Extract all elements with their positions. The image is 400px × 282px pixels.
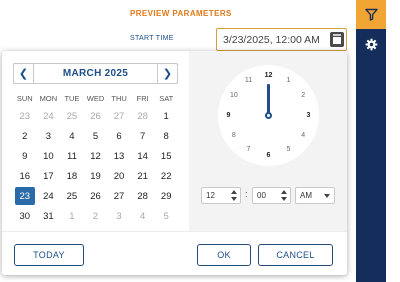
clock-number[interactable]: 10 [227, 91, 241, 101]
weekday-header: SUN MON TUE WED THU FRI SAT [13, 94, 178, 106]
day-cell-outside-month[interactable]: 5 [154, 206, 178, 226]
day-cell-outside-month[interactable]: 26 [84, 106, 108, 126]
time-pane: 12 1 2 3 4 5 6 7 8 9 10 11 12 : 00 AM [189, 51, 347, 231]
calendar-icon[interactable] [330, 32, 344, 47]
weekday-label: FRI [136, 94, 149, 103]
day-cell[interactable]: 5 [84, 126, 108, 146]
day-cell[interactable]: 26 [84, 186, 108, 206]
hour-spinner[interactable]: 12 [201, 187, 241, 204]
day-cell[interactable]: 19 [84, 166, 108, 186]
cancel-button[interactable]: CANCEL [258, 244, 333, 266]
day-cell[interactable]: 14 [131, 146, 155, 166]
clock-number[interactable]: 6 [262, 151, 276, 161]
day-cell[interactable]: 10 [37, 146, 61, 166]
day-cell-outside-month[interactable]: 1 [60, 206, 84, 226]
day-cell[interactable]: 2 [13, 126, 37, 146]
day-cell[interactable]: 4 [60, 126, 84, 146]
day-cell-outside-month[interactable]: 3 [107, 206, 131, 226]
day-cell[interactable]: 13 [107, 146, 131, 166]
weekday-label: WED [86, 94, 105, 103]
hour-value[interactable]: 12 [206, 191, 215, 200]
day-cell[interactable]: 29 [154, 186, 178, 206]
period-value[interactable]: AM [300, 191, 312, 200]
day-cell[interactable]: 21 [131, 166, 155, 186]
day-cell-selected[interactable]: 23 [15, 187, 35, 205]
clock-center [265, 112, 272, 119]
filter-icon [364, 8, 378, 21]
day-cell[interactable]: 6 [107, 126, 131, 146]
ok-button[interactable]: OK [197, 244, 251, 266]
day-cell[interactable]: 31 [37, 206, 61, 226]
prev-month-button[interactable]: ❮ [13, 63, 34, 84]
day-cell[interactable]: 22 [154, 166, 178, 186]
weekday-label: TUE [64, 94, 80, 103]
day-cell[interactable]: 24 [37, 186, 61, 206]
start-time-input[interactable]: 3/23/2025, 12:00 AM [216, 28, 347, 51]
day-cell[interactable]: 25 [60, 186, 84, 206]
day-cell[interactable]: 11 [60, 146, 84, 166]
weekday-label: MON [39, 94, 58, 103]
day-cell[interactable]: 27 [107, 186, 131, 206]
weekday-label: SUN [16, 94, 33, 103]
day-cell-outside-month[interactable]: 23 [13, 106, 37, 126]
day-cell-outside-month[interactable]: 24 [37, 106, 61, 126]
clock-number[interactable]: 5 [282, 145, 296, 155]
day-cell[interactable]: 15 [154, 146, 178, 166]
chevron-down-icon [324, 194, 330, 198]
day-cell[interactable]: 16 [13, 166, 37, 186]
minute-value[interactable]: 00 [257, 191, 266, 200]
weekday-label: THU [111, 94, 127, 103]
day-cell[interactable]: 3 [37, 126, 61, 146]
day-cell-outside-month[interactable]: 28 [131, 106, 155, 126]
month-navigator: ❮ MARCH 2025 ❯ [13, 63, 178, 84]
hour-spin-arrows-icon[interactable] [231, 190, 237, 201]
day-cell[interactable]: 1 [154, 106, 178, 126]
minute-spinner[interactable]: 00 [252, 187, 291, 204]
chevron-right-icon: ❯ [162, 68, 173, 80]
day-cell-outside-month[interactable]: 4 [131, 206, 155, 226]
start-time-value[interactable]: 3/23/2025, 12:00 AM [223, 34, 320, 46]
period-select[interactable]: AM [295, 187, 335, 204]
gear-icon [365, 38, 377, 50]
day-cell[interactable]: 17 [37, 166, 61, 186]
next-month-button[interactable]: ❯ [157, 63, 178, 84]
day-cell[interactable]: 9 [13, 146, 37, 166]
day-grid: 23 24 25 26 27 28 1 2 3 4 5 6 7 8 9 10 11 12 13 14 15 16 17 18 1… [13, 106, 178, 226]
today-button[interactable]: TODAY [14, 244, 84, 266]
start-time-label: START TIME [130, 35, 174, 42]
datetime-picker-popup: ❮ MARCH 2025 ❯ SUN MON TUE WED THU FRI SAT 23 2… [2, 51, 347, 275]
day-cell-outside-month[interactable]: 2 [84, 206, 108, 226]
day-cell[interactable]: 28 [131, 186, 155, 206]
clock-face[interactable]: 12 1 2 3 4 5 6 7 8 9 10 11 [218, 65, 319, 166]
clock-number[interactable]: 3 [302, 111, 316, 121]
day-cell[interactable]: 12 [84, 146, 108, 166]
clock-number[interactable]: 12 [262, 71, 276, 81]
clock-number[interactable]: 11 [242, 76, 256, 86]
day-cell[interactable]: 20 [107, 166, 131, 186]
clock-number[interactable]: 4 [296, 131, 310, 141]
calendar-pane: ❮ MARCH 2025 ❯ SUN MON TUE WED THU FRI SAT 23 2… [2, 51, 189, 231]
clock-number[interactable]: 8 [227, 131, 241, 141]
day-cell[interactable]: 7 [131, 126, 155, 146]
minute-spin-arrows-icon[interactable] [281, 190, 287, 201]
clock-number[interactable]: 1 [282, 76, 296, 86]
clock-number[interactable]: 7 [242, 145, 256, 155]
settings-button[interactable] [356, 33, 386, 55]
day-cell[interactable]: 30 [13, 206, 37, 226]
time-separator: : [245, 189, 248, 199]
chevron-left-icon: ❮ [18, 68, 29, 80]
day-cell[interactable]: 18 [60, 166, 84, 186]
day-cell-outside-month[interactable]: 25 [60, 106, 84, 126]
preview-parameters-title: PREVIEW PARAMETERS [130, 9, 232, 18]
weekday-label: SAT [159, 94, 174, 103]
filter-button[interactable] [356, 0, 386, 29]
month-title[interactable]: MARCH 2025 [34, 68, 157, 79]
clock-number[interactable]: 2 [296, 91, 310, 101]
day-cell[interactable]: 8 [154, 126, 178, 146]
page-edge [386, 0, 400, 282]
day-cell-outside-month[interactable]: 27 [107, 106, 131, 126]
clock-number[interactable]: 9 [222, 111, 236, 121]
